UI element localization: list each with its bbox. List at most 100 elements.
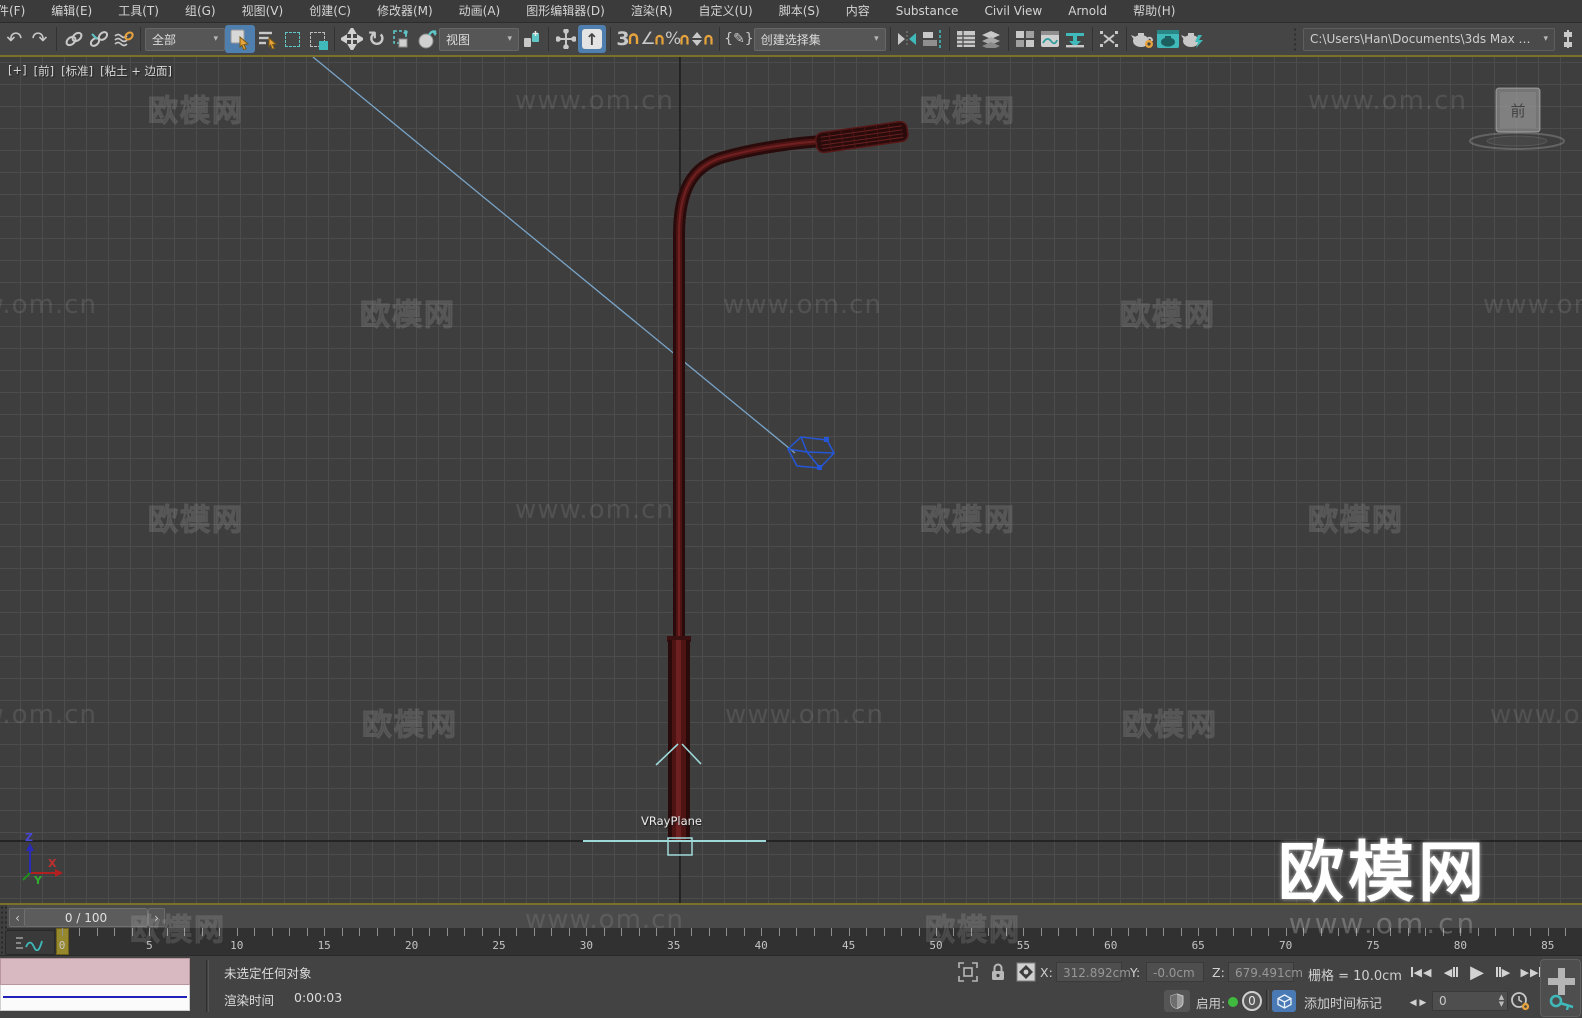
menu-rendering[interactable]: 渲染(R) bbox=[618, 0, 686, 22]
time-configuration-button[interactable] bbox=[1508, 989, 1532, 1013]
time-slider-next-arrow[interactable]: › bbox=[148, 908, 165, 927]
select-and-link-icon[interactable] bbox=[61, 27, 86, 52]
open-explorer-import-button[interactable] bbox=[1063, 27, 1088, 52]
keyboard-shortcut-override-toggle[interactable]: ↑ bbox=[578, 25, 606, 53]
isolate-selection-toggle[interactable] bbox=[956, 960, 980, 984]
unlink-selection-icon[interactable] bbox=[86, 27, 111, 52]
viewport-general-menu[interactable]: [+] bbox=[8, 63, 27, 79]
go-to-start-button[interactable]: ◀ ◀ bbox=[1408, 961, 1434, 983]
z-coord-field[interactable]: 679.491cm bbox=[1228, 962, 1303, 982]
frame-tick bbox=[341, 928, 343, 936]
viewport-front[interactable]: X Z Y 前 [+] [前] [标准] [粘土 + 边面] VRayPlane bbox=[0, 57, 1582, 903]
frame-tick-label: 10 bbox=[230, 939, 244, 952]
light-gizmo[interactable] bbox=[787, 436, 835, 470]
render-production-button[interactable] bbox=[1181, 27, 1206, 52]
frame-tick bbox=[131, 928, 133, 936]
time-slider-track[interactable]: ‹ 0 / 100 › bbox=[0, 905, 1582, 928]
x-coord-field[interactable]: 312.892cm bbox=[1056, 962, 1131, 982]
edit-named-selection-sets-button[interactable]: {✎} bbox=[724, 27, 754, 52]
snaps-toggle-3d[interactable]: 3 bbox=[615, 27, 640, 52]
absolute-mode-transform-toggle[interactable] bbox=[1014, 960, 1038, 984]
reference-coordinate-dropdown[interactable]: 视图 ▾ bbox=[439, 27, 519, 51]
select-by-name-button[interactable] bbox=[255, 27, 280, 52]
menu-file[interactable]: 文件(F) bbox=[0, 0, 38, 22]
select-and-manipulate-button[interactable] bbox=[553, 27, 578, 52]
rendered-frame-window-button[interactable] bbox=[1156, 27, 1181, 52]
street-lamp-model[interactable] bbox=[667, 120, 909, 841]
frame-tick bbox=[726, 928, 728, 936]
menu-scripting[interactable]: 脚本(S) bbox=[766, 0, 833, 22]
spinner-snap-toggle[interactable] bbox=[690, 27, 715, 52]
frame-tick bbox=[603, 928, 605, 936]
rectangular-selection-region-button[interactable] bbox=[280, 27, 305, 52]
isolate-selection-dots-icon[interactable] bbox=[1097, 27, 1122, 52]
percent-snap-toggle[interactable]: % bbox=[665, 27, 690, 52]
menu-edit[interactable]: 编辑(E) bbox=[38, 0, 105, 22]
use-pivot-point-center-button[interactable] bbox=[519, 27, 544, 52]
viewport-shading-standard[interactable]: [标准] bbox=[61, 63, 93, 79]
curve-editor-button[interactable] bbox=[1038, 27, 1063, 52]
render-setup-button[interactable] bbox=[1131, 27, 1156, 52]
listener-pane[interactable] bbox=[0, 985, 190, 1011]
menu-animation[interactable]: 动画(A) bbox=[446, 0, 514, 22]
play-button[interactable]: ▶ bbox=[1466, 961, 1488, 983]
viewport-pov[interactable]: [前] bbox=[34, 63, 54, 79]
menu-graph-editors[interactable]: 图形编辑器(D) bbox=[513, 0, 618, 22]
workspace-icon[interactable] bbox=[1555, 27, 1580, 52]
scene-security-shield-button[interactable] bbox=[1164, 990, 1190, 1012]
mini-curve-editor-button[interactable] bbox=[5, 930, 55, 955]
menu-group[interactable]: 组(G) bbox=[172, 0, 229, 22]
undo-icon[interactable]: ↶ bbox=[2, 27, 27, 52]
menu-create[interactable]: 创建(C) bbox=[296, 0, 364, 22]
menu-views[interactable]: 视图(V) bbox=[229, 0, 297, 22]
toggle-ribbon-button[interactable] bbox=[1013, 27, 1038, 52]
current-frame-field[interactable]: 0 ▲ ▼ bbox=[1432, 991, 1508, 1011]
macro-recorder-pane[interactable] bbox=[0, 958, 190, 985]
add-time-tag-button[interactable]: 添加时间标记 bbox=[1304, 993, 1382, 1012]
viewport-shading-mode[interactable]: [粘土 + 边面] bbox=[100, 63, 172, 79]
menu-content[interactable]: 内容 bbox=[833, 0, 883, 22]
frame-tick bbox=[1303, 928, 1305, 936]
toggle-scene-explorer-button[interactable] bbox=[954, 27, 979, 52]
track-bar[interactable]: 0 5 10 15 20 25 30 35 40 45 50 55 60 65 70 75 80 85 bbox=[0, 928, 1582, 955]
selection-filter-dropdown[interactable]: 全部 ▾ bbox=[145, 27, 225, 51]
previous-frame-button[interactable]: ◀ bbox=[1438, 961, 1464, 983]
angle-snap-toggle[interactable]: ∠ bbox=[640, 27, 665, 52]
menu-substance[interactable]: Substance bbox=[883, 0, 972, 22]
window-crossing-toggle[interactable] bbox=[305, 27, 330, 52]
menu-modifiers[interactable]: 修改器(M) bbox=[364, 0, 446, 22]
mirror-button[interactable] bbox=[895, 27, 920, 52]
redo-icon[interactable]: ↷ bbox=[27, 27, 52, 52]
security-alerts-count[interactable]: 0 bbox=[1242, 991, 1262, 1011]
project-folder-dropdown[interactable]: C:\Users\Han\Documents\3ds Max 2022 ▾ bbox=[1303, 27, 1555, 51]
select-and-move-button[interactable] bbox=[339, 27, 364, 52]
menu-help[interactable]: 帮助(H) bbox=[1120, 0, 1188, 22]
frame-spinner[interactable]: ▲ ▼ bbox=[1496, 994, 1507, 1008]
named-selection-sets-dropdown[interactable]: 创建选择集 ▾ bbox=[753, 27, 886, 51]
time-slider-handle[interactable]: 0 / 100 bbox=[24, 908, 148, 927]
toolbar-separator bbox=[334, 27, 335, 51]
viewcube[interactable]: 前 bbox=[1469, 87, 1565, 150]
bind-to-space-warp-icon[interactable] bbox=[111, 27, 136, 52]
menu-civil-view[interactable]: Civil View bbox=[971, 0, 1055, 22]
maxscript-mini-listener[interactable] bbox=[0, 958, 190, 1015]
frame-tick-label: 70 bbox=[1278, 939, 1293, 952]
menu-arnold[interactable]: Arnold bbox=[1055, 0, 1120, 22]
select-object-button[interactable] bbox=[225, 25, 255, 53]
y-coord-field[interactable]: -0.0cm bbox=[1146, 962, 1204, 982]
add-key-button[interactable] bbox=[1540, 959, 1581, 1017]
selection-lock-toggle[interactable] bbox=[986, 960, 1010, 984]
time-tag-cube-button[interactable] bbox=[1272, 990, 1296, 1012]
frame-tick bbox=[586, 928, 588, 936]
toggle-layer-explorer-button[interactable] bbox=[979, 27, 1004, 52]
menu-customize[interactable]: 自定义(U) bbox=[686, 0, 766, 22]
frame-tick bbox=[638, 928, 640, 936]
select-and-scale-button[interactable] bbox=[389, 27, 414, 52]
select-and-rotate-button[interactable]: ↻ bbox=[364, 27, 389, 52]
align-button[interactable] bbox=[920, 27, 945, 52]
key-mode-toggle[interactable]: ◀ ▶ bbox=[1406, 992, 1430, 1014]
next-frame-button[interactable]: ▶ bbox=[1490, 961, 1516, 983]
toolbar-grip[interactable] bbox=[1293, 27, 1298, 51]
menu-tools[interactable]: 工具(T) bbox=[105, 0, 172, 22]
select-and-place-button[interactable] bbox=[414, 27, 439, 52]
